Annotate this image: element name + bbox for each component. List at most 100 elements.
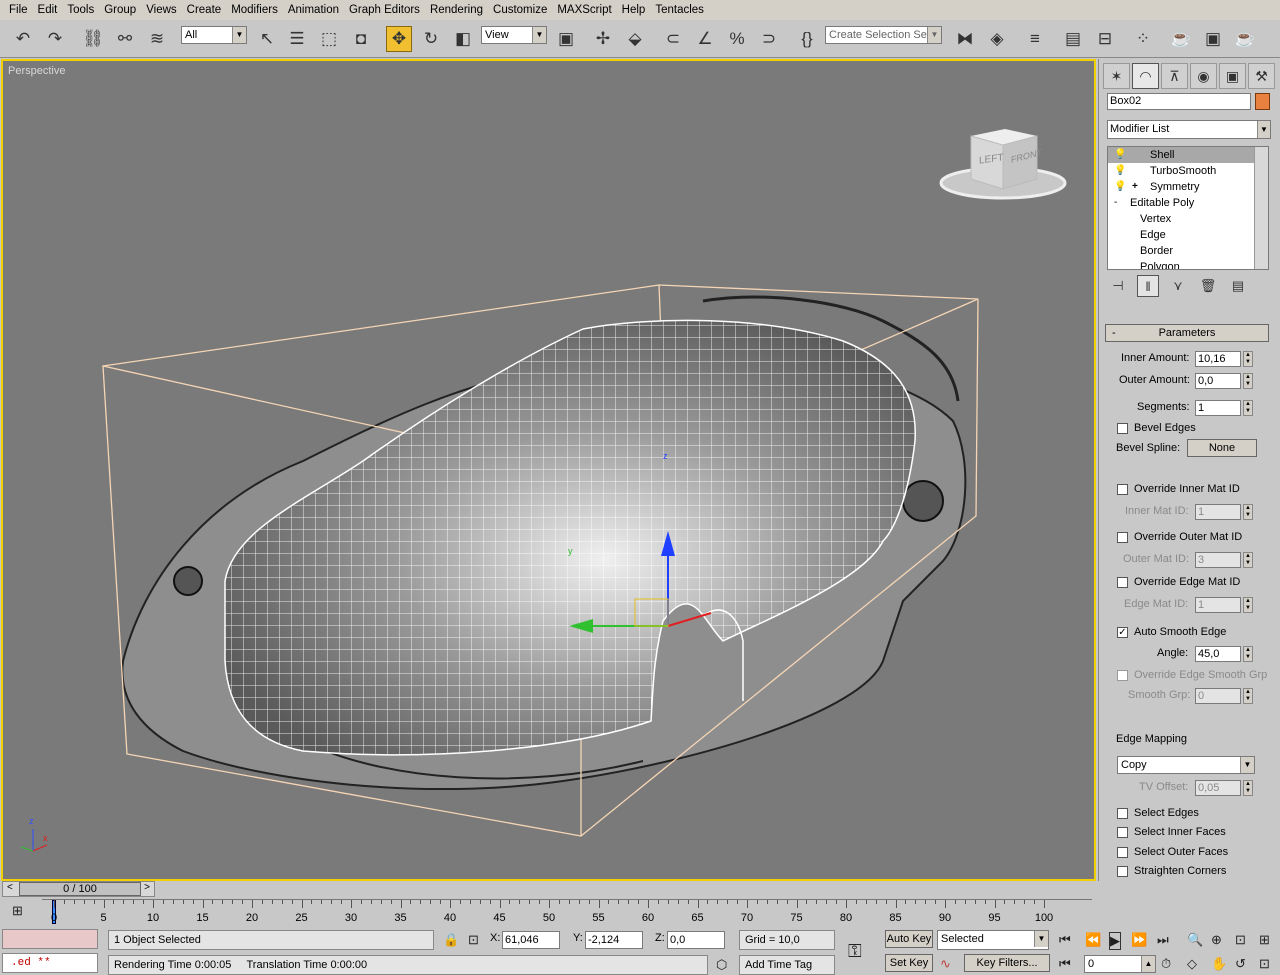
object-color-swatch[interactable] <box>1255 93 1270 110</box>
snaps-toggle-icon[interactable]: ⊂ <box>660 26 686 52</box>
straighten-checkbox[interactable] <box>1117 866 1128 877</box>
stack-sub-polygon[interactable]: Polygon <box>1108 259 1268 269</box>
maxscript-mini-listener[interactable]: .ed ** <box>2 953 98 973</box>
lightbulb-icon[interactable]: 💡 <box>1114 147 1126 163</box>
lightbulb-icon[interactable]: 💡 <box>1114 163 1126 179</box>
menu-animation[interactable]: Animation <box>283 0 344 20</box>
collapse-icon[interactable]: - <box>1114 195 1117 211</box>
menu-edit[interactable]: Edit <box>33 0 63 20</box>
modifier-stack[interactable]: 💡 Shell 💡 TurboSmooth 💡 + Symmetry - Edi… <box>1107 146 1269 270</box>
track-bar[interactable]: 0 5 10 15 20 25 30 35 40 45 50 55 60 65 70 75 80 85 90 95 10… <box>42 899 1092 924</box>
auto-key-button[interactable]: Auto Key <box>885 930 933 948</box>
time-slider-next[interactable]: > <box>144 882 150 893</box>
menu-group[interactable]: Group <box>99 0 141 20</box>
edge-mat-id-spinner[interactable]: 1 ▲ ▼ <box>1195 597 1253 613</box>
pivot-center-icon[interactable]: ▣ <box>553 26 579 52</box>
select-outer-checkbox[interactable] <box>1117 847 1128 858</box>
expand-icon[interactable]: + <box>1132 179 1138 195</box>
make-unique-icon[interactable]: ⋎ <box>1167 275 1189 297</box>
parameters-rollout-header[interactable]: - Parameters <box>1105 324 1269 342</box>
menu-modifiers[interactable]: Modifiers <box>226 0 283 20</box>
percent-snap-icon[interactable]: % <box>724 26 750 52</box>
select-and-move-icon[interactable]: ✥ <box>386 26 412 52</box>
angle-snap-icon[interactable]: ∠ <box>692 26 718 52</box>
selection-filter-dropdown[interactable]: All ▼ <box>181 26 247 44</box>
previous-frame-icon[interactable]: ⏪ <box>1085 932 1101 948</box>
stack-sub-vertex[interactable]: Vertex <box>1108 211 1268 227</box>
rectangular-selection-icon[interactable]: ⬚ <box>316 26 342 52</box>
outer-amount-spinner[interactable]: 0,0 ▲ ▼ <box>1195 373 1253 389</box>
add-time-tag-button[interactable]: Add Time Tag <box>739 955 835 975</box>
remove-modifier-icon[interactable]: 🗑 <box>1197 275 1219 297</box>
unlink-icon[interactable]: ⚯ <box>112 26 138 52</box>
mini-curve-editor-icon[interactable]: ⊞ <box>12 903 23 919</box>
time-slider[interactable]: < 0 / 100 > <box>2 881 155 897</box>
motion-tab-icon[interactable]: ◉ <box>1190 63 1217 89</box>
menu-graph-editors[interactable]: Graph Editors <box>344 0 425 20</box>
bevel-edges-checkbox[interactable] <box>1117 423 1128 434</box>
curve-editor-icon[interactable]: ▤ <box>1060 26 1086 52</box>
quick-render-icon[interactable]: ☕ <box>1232 26 1258 52</box>
display-tab-icon[interactable]: ▣ <box>1219 63 1246 89</box>
utilities-tab-icon[interactable]: ⚒ <box>1248 63 1275 89</box>
outer-mat-id-spinner[interactable]: 3 ▲ ▼ <box>1195 552 1253 568</box>
menu-help[interactable]: Help <box>617 0 651 20</box>
z-coordinate-field[interactable]: 0,0 <box>667 931 725 949</box>
edge-mapping-dropdown[interactable]: Copy ▼ <box>1117 756 1255 774</box>
segments-spinner[interactable]: 1 ▲ ▼ <box>1195 400 1253 416</box>
next-frame-icon[interactable]: ⏩ <box>1131 932 1147 948</box>
maxscript-mini-listener-pink[interactable] <box>2 929 98 949</box>
absolute-mode-icon[interactable]: ⊡ <box>468 932 479 948</box>
menu-create[interactable]: Create <box>182 0 227 20</box>
create-tab-icon[interactable]: ✶ <box>1103 63 1130 89</box>
undo-icon[interactable]: ↶ <box>10 26 36 52</box>
layer-manager-icon[interactable]: ≡ <box>1022 26 1048 52</box>
override-inner-checkbox[interactable] <box>1117 484 1128 495</box>
select-and-scale-icon[interactable]: ◧ <box>450 26 476 52</box>
go-to-end-icon[interactable]: ⏭ <box>1157 932 1169 948</box>
modify-tab-icon[interactable]: ◠ <box>1132 63 1159 89</box>
key-filters-button[interactable]: Key Filters... <box>964 954 1050 972</box>
zoom-extents-icon[interactable]: ⊡ <box>1235 932 1246 948</box>
select-object-icon[interactable]: ↖ <box>254 26 280 52</box>
material-editor-icon[interactable]: ⁘ <box>1130 26 1156 52</box>
select-by-name-icon[interactable]: ☰ <box>284 26 310 52</box>
zoom-all-icon[interactable]: ⊕ <box>1211 932 1222 948</box>
select-edges-checkbox[interactable] <box>1117 808 1128 819</box>
maximize-viewport-icon[interactable]: ⊡ <box>1259 956 1270 972</box>
pin-stack-icon[interactable]: ⊣ <box>1107 275 1129 297</box>
keyboard-shortcut-override-icon[interactable]: ⬙ <box>622 26 648 52</box>
bind-to-space-warp-icon[interactable]: ≋ <box>144 26 170 52</box>
viewcube[interactable] <box>939 129 1067 200</box>
named-selection-set-dropdown[interactable]: Create Selection Set ▼ <box>825 26 942 44</box>
key-mode-toggle-icon[interactable]: ⏮ <box>1059 956 1071 972</box>
key-icon[interactable]: ⚿ <box>848 941 862 962</box>
set-key-button[interactable]: Set Key <box>885 954 933 972</box>
bevel-spline-button[interactable]: None <box>1187 439 1257 457</box>
edit-named-selection-icon[interactable]: {} <box>794 26 820 52</box>
zoom-extents-all-icon[interactable]: ⊞ <box>1259 932 1270 948</box>
angle-spinner[interactable]: 45,0 ▲ ▼ <box>1195 646 1253 662</box>
stack-item-turbosmooth[interactable]: 💡 TurboSmooth <box>1108 163 1268 179</box>
time-slider-handle[interactable]: 0 / 100 <box>19 882 141 896</box>
select-and-link-icon[interactable]: ⛓ <box>80 26 106 52</box>
menu-tools[interactable]: Tools <box>62 0 99 20</box>
zoom-icon[interactable]: 🔍 <box>1187 932 1203 948</box>
perspective-viewport[interactable]: Perspective LEFT FRONT z y z x <box>1 59 1096 881</box>
lightbulb-icon[interactable]: 💡 <box>1114 179 1126 195</box>
tv-offset-spinner[interactable]: 0,05 ▲ ▼ <box>1195 780 1253 796</box>
menu-file[interactable]: File <box>4 0 33 20</box>
play-icon[interactable]: ▶ <box>1109 932 1121 950</box>
modifier-list-dropdown[interactable]: Modifier List ▼ <box>1107 120 1271 139</box>
inner-mat-id-spinner[interactable]: 1 ▲ ▼ <box>1195 504 1253 520</box>
object-name-field[interactable]: Box02 <box>1107 93 1251 110</box>
stack-sub-edge[interactable]: Edge <box>1108 227 1268 243</box>
time-configuration-icon[interactable]: ⏱ <box>1161 956 1171 972</box>
stack-sub-border[interactable]: Border <box>1108 243 1268 259</box>
orbit-icon[interactable]: ↺ <box>1235 956 1246 972</box>
window-crossing-icon[interactable]: ◘ <box>348 26 374 52</box>
smooth-grp-spinner[interactable]: 0 ▲ ▼ <box>1195 688 1253 704</box>
render-setup-icon[interactable]: ☕ <box>1168 26 1194 52</box>
current-frame-field[interactable]: 0 ▲ <box>1084 955 1156 973</box>
stack-scrollbar[interactable] <box>1254 147 1268 269</box>
